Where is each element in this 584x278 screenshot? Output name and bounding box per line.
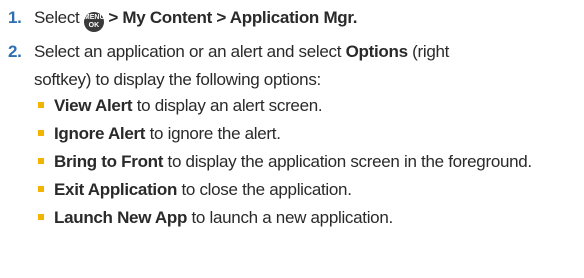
step-number: 2. bbox=[8, 42, 22, 61]
step-2-text: Select an application or an alert and se… bbox=[34, 42, 342, 61]
bullet-icon bbox=[38, 186, 44, 192]
step-2-line-2: softkey) to display the following option… bbox=[34, 70, 321, 89]
step-1-path: > My Content > Application Mgr. bbox=[108, 8, 358, 27]
option-label: Exit Application bbox=[54, 180, 178, 199]
step-number: 1. bbox=[8, 8, 22, 27]
bullet-icon bbox=[38, 102, 44, 108]
step-2: 2. Select an application or an alert and… bbox=[4, 38, 584, 94]
bullet-icon bbox=[38, 214, 44, 220]
step-1-prefix: Select bbox=[34, 8, 80, 27]
option-bring-to-front: Bring to Front to display the applicatio… bbox=[38, 150, 584, 173]
option-launch-new-app: Launch New App to launch a new applicati… bbox=[38, 206, 584, 229]
option-desc: to display an alert screen. bbox=[136, 96, 323, 115]
option-desc: to launch a new application. bbox=[191, 208, 394, 227]
option-label: Ignore Alert bbox=[54, 124, 146, 143]
step-2-options-label: Options bbox=[345, 42, 408, 61]
option-desc: to close the application. bbox=[181, 180, 352, 199]
option-desc: to display the application screen in the… bbox=[167, 152, 533, 171]
bullet-icon bbox=[38, 130, 44, 136]
menu-key-top-label: MENU bbox=[83, 14, 105, 21]
step-2-tail: (right bbox=[412, 42, 450, 61]
option-label: Bring to Front bbox=[54, 152, 164, 171]
menu-ok-key-icon: MENU OK bbox=[83, 12, 105, 32]
option-exit-application: Exit Application to close the applicatio… bbox=[38, 178, 584, 201]
option-desc: to ignore the alert. bbox=[149, 124, 281, 143]
step-1: 1. Select MENU OK > My Content > Applicat… bbox=[4, 4, 584, 32]
options-list: View Alert to display an alert screen. I… bbox=[4, 94, 584, 229]
instructions: 1. Select MENU OK > My Content > Applicat… bbox=[0, 0, 584, 278]
bullet-icon bbox=[38, 158, 44, 164]
option-label: View Alert bbox=[54, 96, 133, 115]
option-label: Launch New App bbox=[54, 208, 188, 227]
step-2-line-1: Select an application or an alert and se… bbox=[34, 38, 584, 66]
menu-key-bottom-label: OK bbox=[88, 22, 100, 29]
option-view-alert: View Alert to display an alert screen. bbox=[38, 94, 584, 117]
option-ignore-alert: Ignore Alert to ignore the alert. bbox=[38, 122, 584, 145]
